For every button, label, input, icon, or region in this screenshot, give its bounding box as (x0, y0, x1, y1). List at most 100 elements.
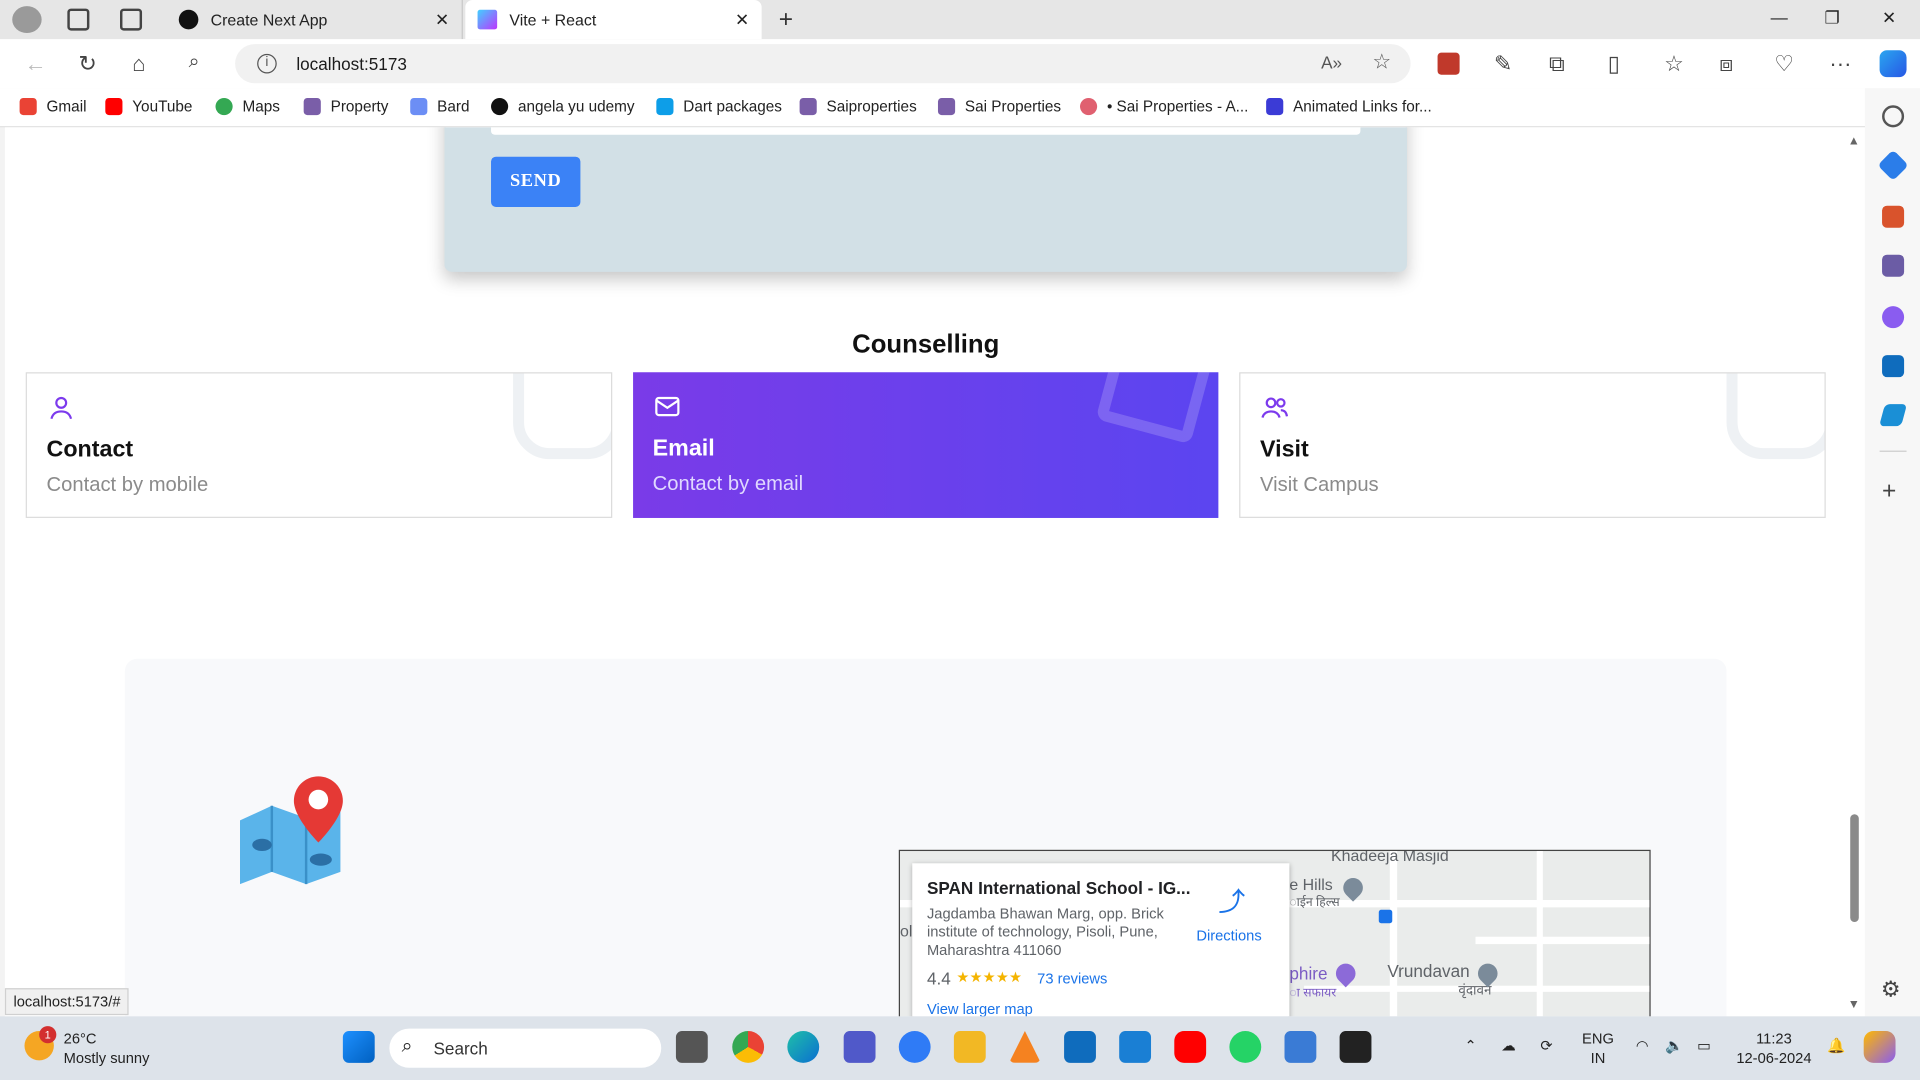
extension-icon[interactable] (1437, 52, 1460, 75)
onedrive-cloud-icon[interactable]: ☁ (1501, 1036, 1516, 1056)
bookmark-youtube[interactable]: YouTube (105, 97, 192, 116)
message-textarea[interactable] (491, 127, 1361, 135)
bus-stop-icon[interactable] (1378, 909, 1393, 924)
minimize-button[interactable]: — (1771, 7, 1788, 27)
bookmarks-bar: Gmail YouTube Maps Property Bard angela … (0, 88, 1920, 128)
eyedropper-icon[interactable]: ✎ (1494, 51, 1512, 77)
youtube-icon[interactable] (1174, 1031, 1207, 1063)
scrollbar-thumb[interactable] (1850, 814, 1859, 923)
close-tab-icon[interactable]: ✕ (735, 10, 749, 31)
shopping-tag-icon[interactable] (1877, 149, 1909, 181)
bookmark-saiproperties[interactable]: Saiproperties (799, 97, 917, 116)
teams-icon[interactable] (843, 1031, 876, 1063)
notepad-icon[interactable] (1284, 1031, 1317, 1063)
bookmark-maps[interactable]: Maps (215, 97, 280, 116)
settings-gear-icon[interactable]: ⚙ (1881, 977, 1901, 1003)
directions-link[interactable]: Directions (1196, 927, 1261, 944)
visit-card[interactable]: Visit Visit Campus (1239, 372, 1826, 518)
refresh-button[interactable]: ↻ (78, 51, 96, 77)
send-button[interactable]: SEND (491, 156, 581, 207)
vlc-icon[interactable] (1008, 1031, 1041, 1063)
bookmark-property[interactable]: Property (303, 97, 388, 116)
browser-essentials-icon[interactable]: ♡ (1774, 51, 1794, 77)
site-info-icon[interactable]: i (257, 53, 277, 74)
vscode-icon[interactable] (1119, 1031, 1152, 1063)
wifi-icon[interactable]: ◠ (1636, 1036, 1649, 1056)
more-menu-icon[interactable]: ··· (1829, 51, 1851, 77)
favorite-star-icon[interactable]: ☆ (1372, 50, 1391, 74)
search-icon[interactable] (1882, 105, 1905, 128)
whatsapp-icon[interactable] (1229, 1031, 1262, 1063)
scroll-up-icon[interactable]: ▲ (1848, 135, 1860, 148)
place-rating: 4.4 (926, 968, 951, 989)
directions-icon[interactable]: ⤴ (1218, 880, 1245, 918)
task-view-icon[interactable] (675, 1031, 708, 1063)
gmail-icon (19, 97, 37, 116)
language-indicator[interactable]: ENG IN (1582, 1029, 1614, 1068)
home-button[interactable]: ⌂ (132, 51, 145, 77)
bookmark-sai-properties[interactable]: Sai Properties (937, 97, 1061, 116)
favorites-icon[interactable]: ☆ (1664, 51, 1684, 77)
games-icon[interactable] (1882, 254, 1905, 277)
new-tab-button[interactable]: + (779, 6, 793, 34)
split-screen-icon[interactable]: ▯ (1608, 51, 1620, 77)
start-windows-icon[interactable] (342, 1031, 375, 1063)
restore-button[interactable]: ❐ (1825, 7, 1840, 28)
map-label: ा सफायर (1289, 986, 1337, 1001)
show-hidden-icons-chevron-icon[interactable]: ⌃ (1465, 1036, 1477, 1056)
page-scrollbar[interactable]: ▲ ▼ (1847, 135, 1862, 1012)
taskbar-search[interactable]: ⌕ Search (389, 1028, 662, 1068)
copilot-icon[interactable] (1879, 50, 1907, 78)
notifications-bell-icon[interactable]: 🔔 (1827, 1036, 1845, 1056)
users-icon (1261, 397, 1289, 418)
workspaces-icon[interactable] (67, 8, 90, 31)
read-aloud-icon[interactable]: A» (1321, 53, 1342, 73)
collections-icon[interactable]: ⧈ (1719, 51, 1733, 77)
card-title: Contact (46, 437, 134, 463)
store-a-icon[interactable] (898, 1031, 931, 1063)
weather-condition: Mostly sunny (63, 1049, 150, 1067)
copilot-taskbar-icon[interactable] (1863, 1031, 1896, 1063)
reviews-link[interactable]: 73 reviews (1037, 970, 1107, 987)
profile-avatar[interactable] (12, 6, 42, 34)
battery-icon[interactable]: ▭ (1697, 1036, 1711, 1056)
sync-icon[interactable]: ⟳ (1540, 1036, 1552, 1056)
email-card[interactable]: Email Contact by email (633, 372, 1219, 518)
place-name: SPAN International School - IG... (926, 877, 1191, 898)
terminal-icon[interactable] (1339, 1031, 1372, 1063)
tab-create-next-app[interactable]: Create Next App ✕ (167, 0, 463, 40)
bookmark-dart-packages[interactable]: Dart packages (656, 97, 782, 116)
scroll-down-icon[interactable]: ▼ (1848, 998, 1860, 1011)
map-label: ol (900, 922, 913, 941)
tools-icon[interactable] (1882, 205, 1905, 228)
map-label: Vrundavan (1387, 961, 1470, 981)
edge-icon[interactable] (787, 1031, 820, 1063)
copilot-apps-icon[interactable] (1882, 306, 1905, 329)
volume-icon[interactable]: 🔈 (1665, 1036, 1683, 1056)
outlook-icon[interactable] (1882, 355, 1905, 378)
close-tab-icon[interactable]: ✕ (435, 10, 449, 31)
back-button[interactable]: ← (24, 51, 46, 77)
bookmark-bard[interactable]: Bard (410, 97, 469, 116)
search-icon[interactable]: ⌕ (189, 51, 200, 73)
add-sidebar-app-icon[interactable]: + (1882, 478, 1896, 506)
map-marker-icon[interactable] (1339, 873, 1367, 902)
send-drop-icon[interactable] (1879, 404, 1908, 427)
address-bar[interactable]: i localhost:5173 A» ☆ (235, 44, 1411, 84)
google-map-embed[interactable]: Khadeeja Masjid e Hills ाईन हिल्स Vrunda… (898, 849, 1651, 1017)
mail-icon[interactable] (1064, 1031, 1096, 1063)
bookmark-angela-yu[interactable]: angela yu udemy (491, 97, 635, 116)
url-text[interactable]: localhost:5173 (296, 54, 407, 74)
bookmark-animated-links[interactable]: Animated Links for... (1266, 97, 1432, 116)
file-explorer-icon[interactable] (953, 1031, 986, 1063)
extensions-icon[interactable]: ⧉ (1549, 51, 1565, 77)
chrome-icon[interactable] (732, 1031, 765, 1063)
view-larger-map-link[interactable]: View larger map (927, 1000, 1033, 1016)
contact-card[interactable]: Contact Contact by mobile (25, 372, 613, 518)
tab-actions-icon[interactable] (120, 8, 143, 31)
close-window-button[interactable]: ✕ (1882, 7, 1896, 28)
clock[interactable]: 11:23 12-06-2024 (1736, 1029, 1811, 1068)
tab-vite-react[interactable]: Vite + React ✕ (465, 0, 762, 40)
bookmark-sai-properties-a[interactable]: • Sai Properties - A... (1080, 97, 1248, 116)
bookmark-gmail[interactable]: Gmail (19, 97, 87, 116)
